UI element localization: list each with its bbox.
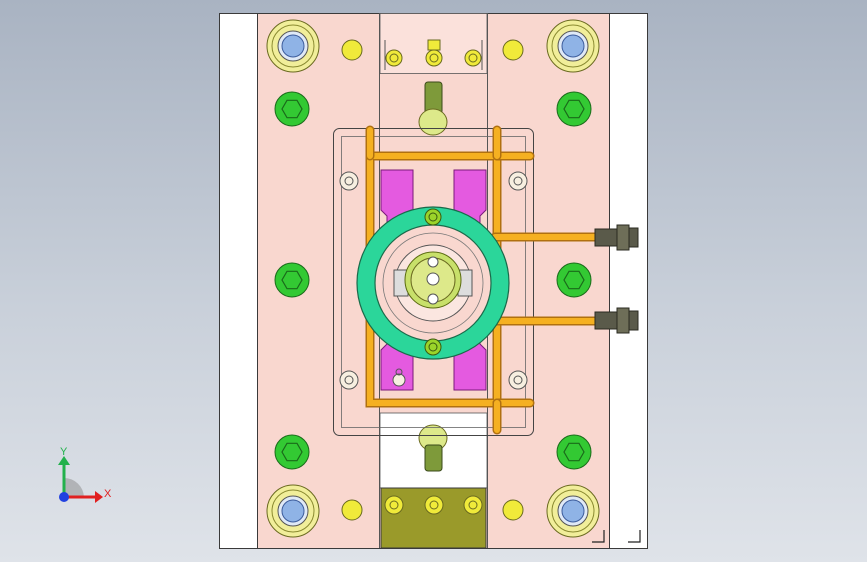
guide-bushing-bottom-left — [266, 484, 320, 538]
hex-bolt-icon — [274, 91, 310, 127]
cad-3d-viewport[interactable]: Y X — [0, 0, 867, 562]
hex-bolt-icon — [274, 262, 310, 298]
fitting-icon — [594, 224, 639, 251]
hex-bolt-icon — [556, 262, 592, 298]
locating-pin — [341, 499, 363, 521]
fitting-icon — [594, 307, 639, 334]
guide-bushing-bottom-right — [546, 484, 600, 538]
locating-pin — [502, 39, 524, 61]
guide-bushing-top-left — [266, 19, 320, 73]
coordinate-triad[interactable]: Y X — [58, 446, 112, 503]
sprue-bushing — [404, 251, 462, 309]
triad-x-label: X — [104, 488, 112, 500]
z-axis-dot — [59, 492, 69, 502]
hex-bolt-icon — [556, 91, 592, 127]
locating-pin — [341, 39, 363, 61]
hex-bolt-icon — [556, 434, 592, 470]
sprue-plate-bolts — [384, 495, 483, 515]
x-axis-arrowhead-icon — [95, 491, 103, 503]
locating-pin — [502, 499, 524, 521]
guide-bushing-top-right — [546, 19, 600, 73]
triad-y-label: Y — [60, 446, 68, 458]
hex-bolt-icon — [274, 434, 310, 470]
